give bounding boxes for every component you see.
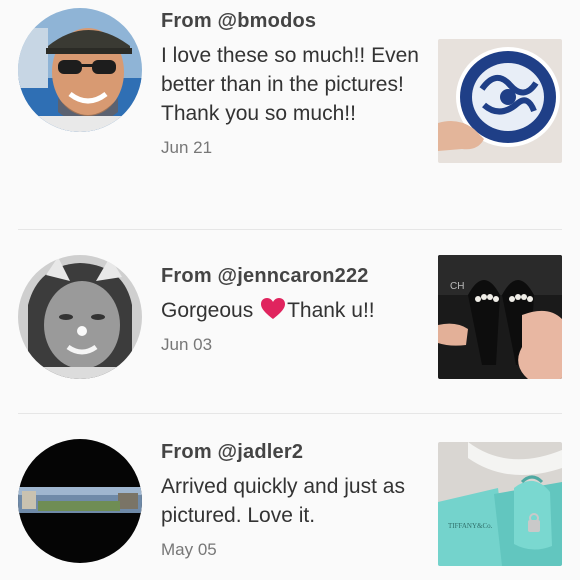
user-avatar[interactable]	[18, 255, 142, 379]
review-photo[interactable]: CH	[438, 255, 562, 379]
review-author[interactable]: From @jadler2	[161, 441, 421, 464]
divider	[18, 413, 562, 414]
avatar-photo-icon	[18, 439, 142, 563]
blue-white-dish-icon	[438, 39, 562, 163]
review-text-before: Gorgeous	[161, 299, 260, 322]
tiffany-box-icon: TIFFANY&Co.	[438, 442, 562, 566]
review-photo[interactable]	[438, 39, 562, 163]
review-text: I love these so much!! Even better than …	[161, 44, 419, 125]
svg-text:CH: CH	[450, 281, 464, 292]
review-text: Arrived quickly and just as pictured. Lo…	[161, 475, 405, 527]
review-date: Jun 03	[161, 335, 213, 354]
review-date: May 05	[161, 540, 217, 559]
heart-icon	[261, 298, 286, 319]
user-avatar[interactable]	[18, 439, 142, 563]
review-text: Gorgeous Thank u!!	[161, 296, 421, 325]
review-photo[interactable]: TIFFANY&Co.	[438, 442, 562, 566]
avatar-photo-icon	[18, 255, 142, 379]
review-author[interactable]: From @bmodos	[161, 10, 421, 33]
user-avatar[interactable]	[18, 8, 142, 132]
black-heels-icon: CH	[438, 255, 562, 379]
review-text-after: Thank u!!	[287, 299, 375, 322]
svg-text:TIFFANY&Co.: TIFFANY&Co.	[448, 522, 493, 530]
review-author[interactable]: From @jenncaron222	[161, 265, 421, 288]
avatar-photo-icon	[18, 8, 142, 132]
divider	[18, 229, 562, 230]
review-date: Jun 21	[161, 138, 213, 157]
